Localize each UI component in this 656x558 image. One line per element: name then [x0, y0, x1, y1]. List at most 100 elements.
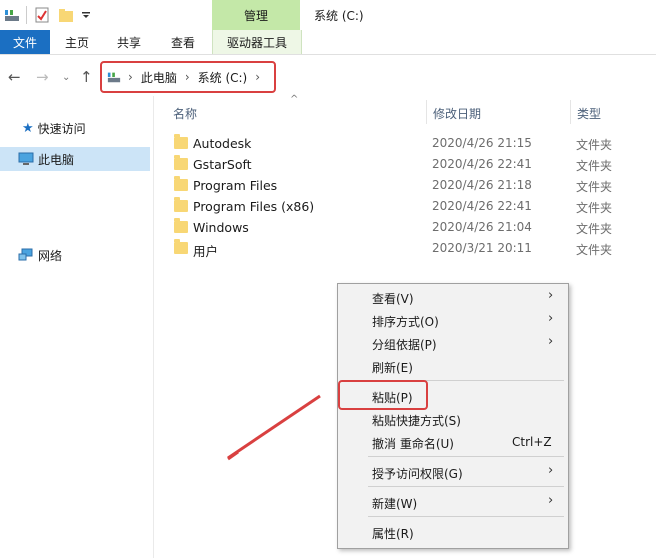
- menu-item-label: 排序方式(O): [372, 315, 439, 329]
- menu-item-give-access[interactable]: 授予访问权限(G) ›: [338, 461, 568, 483]
- arrow-left-icon[interactable]: ←: [8, 68, 21, 86]
- tab-file[interactable]: 文件: [0, 30, 50, 54]
- menu-item-label: 查看(V): [372, 292, 414, 306]
- menu-separator: [368, 456, 564, 457]
- ribbon-tab-bar: [0, 30, 656, 55]
- menu-item-refresh[interactable]: 刷新(E): [338, 355, 568, 377]
- chevron-right-icon: ›: [548, 334, 554, 349]
- menu-item-group-by[interactable]: 分组依据(P) ›: [338, 332, 568, 354]
- folder-icon: [174, 155, 188, 170]
- chevron-right-icon: ›: [548, 311, 554, 326]
- folder-icon: [174, 134, 188, 149]
- context-menu: 查看(V) › 排序方式(O) › 分组依据(P) › 刷新(E) 粘贴(P) …: [337, 283, 569, 549]
- arrow-up-icon[interactable]: ↑: [80, 68, 93, 86]
- list-item[interactable]: Autodesk 2020/4/26 21:15 文件夹: [170, 133, 656, 154]
- file-date: 2020/4/26 21:15: [432, 136, 532, 150]
- star-icon: ★: [22, 120, 34, 136]
- menu-item-shortcut: Ctrl+Z: [512, 435, 552, 449]
- chevron-right-icon: ›: [548, 493, 554, 508]
- menu-item-label: 粘贴快捷方式(S): [372, 414, 461, 428]
- menu-separator: [368, 516, 564, 517]
- file-date: 2020/4/26 22:41: [432, 157, 532, 171]
- menu-item-paste-shortcut[interactable]: 粘贴快捷方式(S): [338, 408, 568, 430]
- menu-item-label: 新建(W): [372, 497, 418, 511]
- chevron-right-icon: ›: [548, 288, 554, 303]
- breadcrumb-this-pc[interactable]: 此电脑: [141, 69, 177, 86]
- file-date: 2020/3/21 20:11: [432, 241, 532, 255]
- contextual-tab-label: 管理: [243, 8, 268, 23]
- breadcrumb-separator[interactable]: ›: [128, 70, 133, 84]
- list-item[interactable]: GstarSoft 2020/4/26 22:41 文件夹: [170, 154, 656, 175]
- folder-icon: [174, 197, 188, 212]
- file-name: Windows: [193, 220, 249, 235]
- menu-item-label: 分组依据(P): [372, 338, 437, 352]
- file-type: 文件夹: [576, 138, 613, 152]
- tab-share[interactable]: 共享: [108, 30, 150, 54]
- column-header-date[interactable]: 修改日期: [433, 105, 481, 122]
- folder-icon: [174, 176, 188, 191]
- menu-item-undo-rename[interactable]: 撤消 重命名(U) Ctrl+Z: [338, 431, 568, 453]
- column-divider[interactable]: [570, 100, 571, 124]
- folder-icon: [174, 218, 188, 233]
- menu-separator: [368, 486, 564, 487]
- nav-item-label: 网络: [38, 248, 63, 263]
- menu-item-label: 刷新(E): [372, 361, 413, 375]
- file-type: 文件夹: [576, 243, 613, 257]
- nav-item-this-pc[interactable]: 此电脑: [0, 147, 150, 171]
- file-name: GstarSoft: [193, 157, 252, 172]
- list-item[interactable]: Program Files 2020/4/26 21:18 文件夹: [170, 175, 656, 196]
- nav-item-label: 此电脑: [38, 152, 75, 167]
- list-item[interactable]: Program Files (x86) 2020/4/26 22:41 文件夹: [170, 196, 656, 217]
- file-type: 文件夹: [576, 201, 613, 215]
- list-item[interactable]: 用户 2020/3/21 20:11 文件夹: [170, 238, 656, 259]
- customize-toolbar-icon[interactable]: [78, 7, 94, 23]
- divider: [26, 6, 27, 24]
- file-date: 2020/4/26 21:04: [432, 220, 532, 234]
- menu-item-new[interactable]: 新建(W) ›: [338, 491, 568, 513]
- breadcrumb-separator[interactable]: ›: [255, 70, 260, 84]
- file-type: 文件夹: [576, 159, 613, 173]
- drive-icon[interactable]: [4, 7, 20, 23]
- breadcrumb-drive-c[interactable]: 系统 (C:): [198, 69, 248, 86]
- nav-item-quick-access[interactable]: ★ 快速访问: [0, 116, 150, 140]
- breadcrumb-separator[interactable]: ›: [185, 70, 190, 84]
- file-name: Program Files: [193, 178, 278, 193]
- paste-highlight-box: [338, 380, 428, 410]
- recent-locations-chevron-down-icon[interactable]: ⌄: [62, 72, 70, 83]
- chevron-right-icon: ›: [548, 463, 554, 478]
- file-date: 2020/4/26 22:41: [432, 199, 532, 213]
- column-header-name[interactable]: 名称: [173, 105, 197, 122]
- column-divider[interactable]: [426, 100, 427, 124]
- nav-item-network[interactable]: 网络: [0, 243, 150, 267]
- file-name: 用户: [193, 244, 219, 259]
- file-name: Autodesk: [193, 136, 252, 151]
- menu-item-label: 撤消 重命名(U): [372, 437, 454, 451]
- new-folder-icon[interactable]: [58, 7, 74, 23]
- window-title: 系统 (C:): [314, 9, 364, 23]
- tab-drive-tools[interactable]: 驱动器工具: [212, 30, 302, 54]
- menu-item-sort-by[interactable]: 排序方式(O) ›: [338, 309, 568, 331]
- drive-icon: [107, 72, 121, 83]
- contextual-tab-header: 管理: [212, 0, 300, 30]
- quick-access-toolbar: [0, 0, 212, 30]
- file-type: 文件夹: [576, 222, 613, 236]
- menu-item-label: 授予访问权限(G): [372, 467, 463, 481]
- menu-item-label: 属性(R): [372, 527, 414, 541]
- tab-view[interactable]: 查看: [162, 30, 204, 54]
- computer-icon: [18, 152, 34, 165]
- list-item[interactable]: Windows 2020/4/26 21:04 文件夹: [170, 217, 656, 238]
- column-header-type[interactable]: 类型: [577, 105, 601, 122]
- file-name: Program Files (x86): [193, 199, 315, 214]
- sort-chevron-up-icon: ^: [290, 94, 299, 105]
- file-type: 文件夹: [576, 180, 613, 194]
- folder-icon: [174, 239, 188, 254]
- menu-item-properties[interactable]: 属性(R): [338, 521, 568, 543]
- address-bar[interactable]: › 此电脑 › 系统 (C:) ›: [100, 61, 276, 93]
- network-icon: [18, 248, 33, 261]
- nav-item-label: 快速访问: [37, 121, 86, 136]
- properties-icon[interactable]: [34, 7, 50, 23]
- tab-home[interactable]: 主页: [56, 30, 98, 54]
- menu-item-view[interactable]: 查看(V) ›: [338, 286, 568, 308]
- arrow-right-icon[interactable]: →: [36, 68, 49, 86]
- file-date: 2020/4/26 21:18: [432, 178, 532, 192]
